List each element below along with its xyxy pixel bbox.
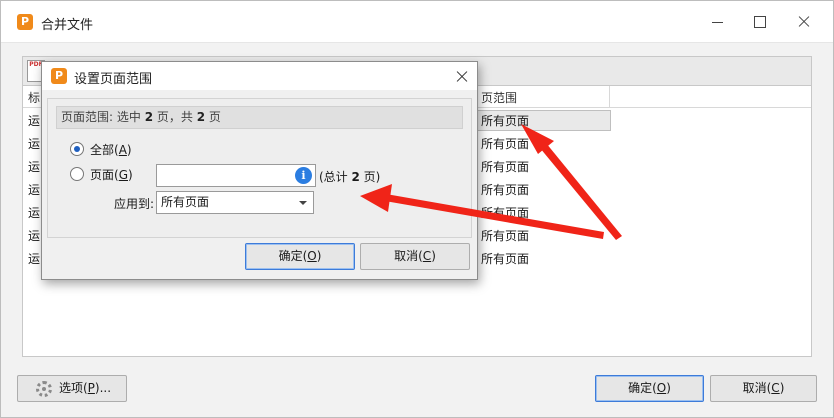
column-header-name[interactable]: 标 — [28, 89, 40, 106]
options-button[interactable]: 选项(P)... — [17, 375, 127, 402]
column-divider — [609, 86, 610, 108]
chevron-down-icon — [299, 201, 307, 205]
file-name-cell: 运 — [28, 114, 41, 128]
maximize-icon[interactable] — [747, 9, 773, 35]
all-pages-label[interactable]: 全部(A) — [90, 141, 132, 158]
file-name-cell: 运 — [28, 183, 41, 197]
page-range-cell[interactable]: 所有页面 — [481, 181, 529, 198]
apply-to-dropdown[interactable]: 所有页面 — [156, 191, 314, 214]
dialog-titlebar: P 设置页面范围 — [42, 62, 477, 90]
info-icon[interactable]: i — [295, 167, 312, 184]
window-titlebar: P 合并文件 — [1, 1, 833, 43]
page-range-summary: 页面范围: 选中 2 页，共 2 页 — [56, 106, 463, 129]
file-name-cell: 运 — [28, 252, 41, 266]
page-range-panel: 页面范围: 选中 2 页，共 2 页 全部(A) 页面(G) i (总计 2 页… — [47, 98, 472, 238]
cancel-button[interactable]: 取消(C) — [710, 375, 817, 402]
close-icon[interactable] — [791, 9, 817, 35]
app-logo-icon: P — [17, 14, 33, 30]
gear-icon — [36, 381, 52, 397]
apply-to-selected-value: 所有页面 — [161, 195, 210, 209]
window-title: 合并文件 — [41, 18, 94, 33]
dialog-cancel-button[interactable]: 取消(C) — [360, 243, 470, 270]
column-header-page-range[interactable]: 页范围 — [481, 89, 517, 106]
page-range-input[interactable]: i — [156, 164, 316, 187]
page-range-cell[interactable]: 所有页面 — [481, 250, 529, 267]
ok-button[interactable]: 确定(O) — [595, 375, 704, 402]
total-pages-text: (总计 2 页) — [319, 170, 381, 184]
dialog-ok-label: 确定(O) — [278, 249, 322, 263]
pages-radio[interactable] — [70, 167, 84, 181]
ok-button-label: 确定(O) — [628, 381, 671, 395]
page-range-cell[interactable]: 所有页面 — [481, 204, 529, 221]
apply-to-label: 应用到: — [114, 197, 155, 211]
dialog-title: 设置页面范围 — [74, 72, 153, 87]
pages-label[interactable]: 页面(G) — [90, 166, 133, 183]
minimize-icon[interactable] — [705, 9, 731, 35]
file-name-cell: 运 — [28, 206, 41, 220]
file-name-cell: 运 — [28, 137, 41, 151]
page-range-cell[interactable]: 所有页面 — [481, 135, 529, 152]
cancel-button-label: 取消(C) — [742, 381, 785, 395]
dialog-cancel-label: 取消(C) — [394, 249, 436, 263]
page-range-cell[interactable]: 所有页面 — [481, 112, 529, 129]
close-icon[interactable] — [452, 66, 472, 86]
page-range-cell[interactable]: 所有页面 — [481, 227, 529, 244]
app-logo-icon: P — [51, 68, 67, 84]
all-pages-radio[interactable] — [70, 142, 84, 156]
file-name-cell: 运 — [28, 160, 41, 174]
dialog-ok-button[interactable]: 确定(O) — [245, 243, 355, 270]
page-range-cell[interactable]: 所有页面 — [481, 158, 529, 175]
file-name-cell: 运 — [28, 229, 41, 243]
set-page-range-dialog: P 设置页面范围 页面范围: 选中 2 页，共 2 页 全部(A) 页面(G) … — [41, 61, 478, 280]
